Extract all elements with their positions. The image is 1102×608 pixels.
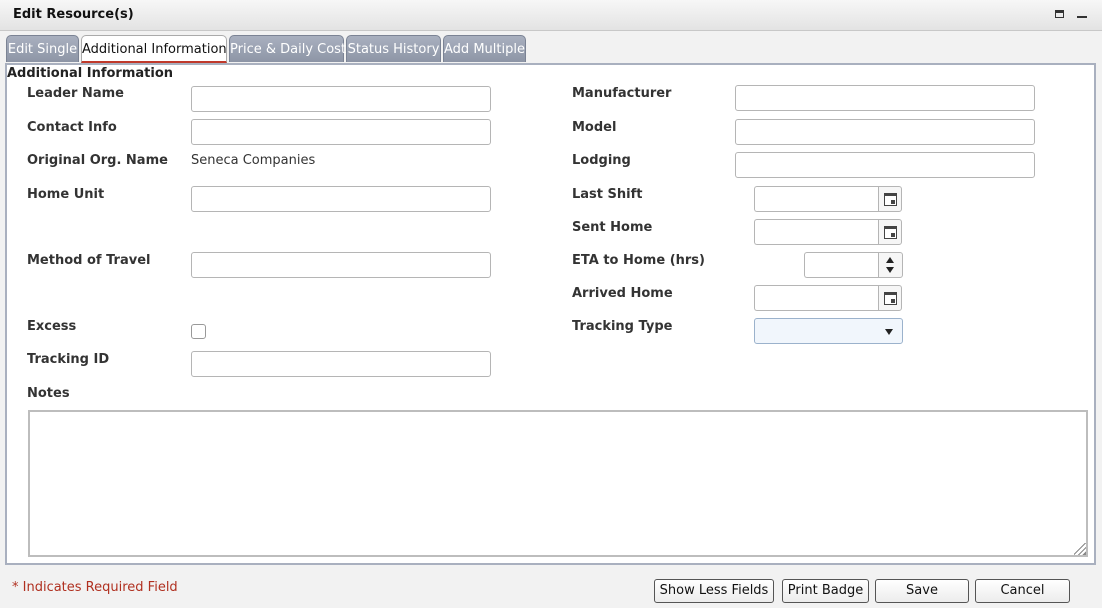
spin-up-icon[interactable]	[886, 257, 894, 263]
maximize-icon[interactable]	[1053, 7, 1067, 21]
lodging-label: Lodging	[572, 153, 631, 168]
required-field-note: * Indicates Required Field	[12, 580, 178, 595]
additional-information-panel: Additional Information Leader Name Conta…	[5, 63, 1096, 565]
last-shift-calendar-button[interactable]	[878, 186, 902, 212]
show-less-fields-button[interactable]: Show Less Fields	[654, 579, 774, 603]
eta-to-home-input[interactable]	[804, 252, 879, 278]
leader-name-input[interactable]	[191, 86, 491, 112]
lodging-input[interactable]	[735, 152, 1035, 178]
last-shift-input[interactable]	[754, 186, 879, 212]
cancel-button[interactable]: Cancel	[975, 579, 1070, 603]
last-shift-label: Last Shift	[572, 187, 643, 202]
dialog-title: Edit Resource(s)	[13, 7, 134, 22]
tab-additional-information[interactable]: Additional Information	[81, 35, 227, 63]
sent-home-label: Sent Home	[572, 220, 653, 235]
tab-add-multiple[interactable]: Add Multiple	[443, 35, 526, 62]
calendar-icon	[884, 193, 897, 206]
original-org-name-value: Seneca Companies	[191, 153, 316, 168]
tracking-type-select[interactable]	[754, 318, 903, 344]
notes-label: Notes	[27, 386, 70, 401]
manufacturer-label: Manufacturer	[572, 86, 672, 101]
tracking-id-label: Tracking ID	[27, 352, 110, 367]
contact-info-label: Contact Info	[27, 120, 117, 135]
print-badge-button[interactable]: Print Badge	[782, 579, 869, 603]
minimize-icon[interactable]	[1076, 7, 1090, 21]
leader-name-label: Leader Name	[27, 86, 124, 101]
tracking-id-input[interactable]	[191, 351, 491, 377]
manufacturer-input[interactable]	[735, 85, 1035, 111]
original-org-name-label: Original Org. Name	[27, 153, 168, 168]
arrived-home-label: Arrived Home	[572, 286, 673, 301]
home-unit-input[interactable]	[191, 186, 491, 212]
excess-checkbox[interactable]	[191, 324, 206, 339]
method-of-travel-label: Method of Travel	[27, 253, 151, 268]
excess-label: Excess	[27, 319, 77, 334]
eta-to-home-label: ETA to Home (hrs)	[572, 253, 705, 268]
method-of-travel-input[interactable]	[191, 252, 491, 278]
dialog-titlebar: Edit Resource(s)	[0, 0, 1102, 31]
model-label: Model	[572, 120, 617, 135]
arrived-home-calendar-button[interactable]	[878, 285, 902, 311]
save-button[interactable]: Save	[875, 579, 969, 603]
model-input[interactable]	[735, 119, 1035, 145]
tracking-type-label: Tracking Type	[572, 319, 673, 334]
section-title: Additional Information	[7, 66, 174, 81]
spin-down-icon[interactable]	[886, 267, 894, 273]
sent-home-calendar-button[interactable]	[878, 219, 902, 245]
arrived-home-input[interactable]	[754, 285, 879, 311]
tab-status-history[interactable]: Status History	[346, 35, 441, 62]
calendar-icon	[884, 292, 897, 305]
chevron-down-icon	[885, 329, 893, 335]
calendar-icon	[884, 226, 897, 239]
tab-price-daily-cost[interactable]: Price & Daily Cost	[229, 35, 346, 62]
home-unit-label: Home Unit	[27, 187, 105, 202]
sent-home-input[interactable]	[754, 219, 879, 245]
spinner-buttons	[878, 252, 903, 278]
notes-textarea[interactable]	[28, 410, 1088, 557]
contact-info-input[interactable]	[191, 119, 491, 145]
resize-grip-icon[interactable]	[1074, 543, 1086, 555]
tab-edit-single[interactable]: Edit Single	[6, 35, 79, 62]
